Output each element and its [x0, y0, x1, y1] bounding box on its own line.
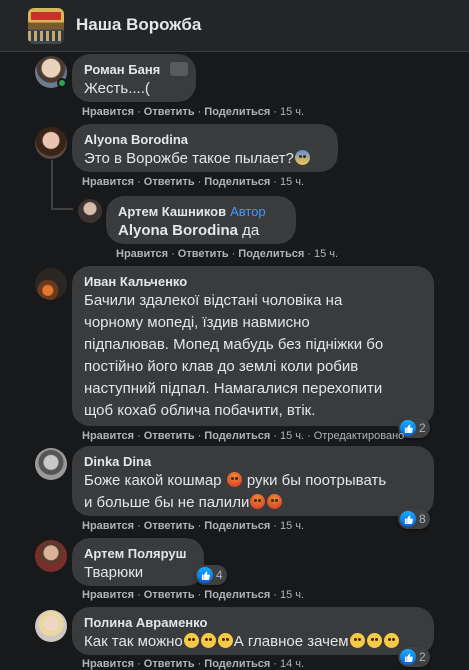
timestamp[interactable]: 15 ч.	[280, 589, 304, 601]
avatar[interactable]	[35, 610, 67, 642]
comment-actions: Нравится · Ответить · Поделиться · 15 ч.	[82, 176, 305, 188]
like-button[interactable]: Нравится	[82, 520, 134, 532]
share-button[interactable]: Поделиться	[204, 520, 270, 532]
reply-button[interactable]: Ответить	[144, 176, 195, 188]
comment-text: Как так можно А главное зачем	[84, 631, 422, 653]
comment-text: Alyona Borodina да	[118, 222, 260, 239]
reply-button[interactable]: Ответить	[144, 106, 195, 118]
comment-actions: Нравится · Ответить · Поделиться · 15 ч.	[116, 248, 339, 260]
like-icon	[197, 567, 213, 583]
angry-emoji	[267, 494, 283, 509]
comment-author[interactable]: Dinka Dina	[84, 453, 422, 470]
comment-bubble: Роман Баня Жесть....(	[72, 54, 196, 102]
mention-link[interactable]: Alyona Borodina	[118, 222, 238, 239]
comment-bubble: Alyona Borodina Это в Ворожбе такое пыла…	[72, 124, 338, 172]
sad-emoji	[200, 633, 216, 648]
share-button[interactable]: Поделиться	[238, 248, 304, 260]
reply-button[interactable]: Ответить	[144, 430, 195, 442]
edited-label[interactable]: Отредактировано	[314, 430, 405, 442]
sad-emoji	[349, 633, 365, 648]
like-button[interactable]: Нравится	[116, 248, 168, 260]
thread-connector	[51, 208, 73, 210]
share-button[interactable]: Поделиться	[204, 106, 270, 118]
group-thumbnail[interactable]	[28, 8, 64, 44]
comment-bubble: Полина Авраменко Как так можно А главное …	[72, 607, 434, 655]
author-badge: Автор	[230, 204, 266, 219]
like-button[interactable]: Нравится	[82, 176, 134, 188]
comment-author[interactable]: Полина Авраменко	[84, 614, 422, 631]
timestamp[interactable]: 15 ч.	[280, 520, 304, 532]
comment-author[interactable]: Иван Кальченко	[84, 273, 422, 290]
comment-bubble: Артем Поляруш Тварюки	[72, 538, 204, 586]
like-button[interactable]: Нравится	[82, 106, 134, 118]
timestamp[interactable]: 15 ч.	[280, 106, 304, 118]
reply-button[interactable]: Ответить	[178, 248, 229, 260]
comment-actions: Нравится · Ответить · Поделиться · 15 ч.	[82, 589, 305, 601]
group-header: Наша Ворожба	[0, 0, 469, 52]
avatar[interactable]	[35, 540, 67, 572]
avatar[interactable]	[78, 199, 102, 223]
comment-actions: Нравится · Ответить · Поделиться · 15 ч.	[82, 520, 305, 532]
avatar[interactable]	[35, 448, 67, 480]
online-indicator	[57, 78, 67, 88]
comment-text: Тварюки	[84, 564, 144, 581]
messenger-icon[interactable]	[170, 62, 189, 76]
reply-bubble: Артем Кашников Автор Alyona Borodina да	[106, 196, 296, 244]
reply-button[interactable]: Ответить	[144, 589, 195, 601]
reaction-count[interactable]: 8	[398, 509, 430, 529]
sad-emoji	[366, 633, 382, 648]
reaction-count[interactable]: 4	[195, 565, 227, 585]
comment-text: Жесть....(	[84, 80, 150, 97]
like-button[interactable]: Нравится	[82, 430, 134, 442]
share-button[interactable]: Поделиться	[204, 589, 270, 601]
like-icon	[400, 649, 416, 665]
like-button[interactable]: Нравится	[82, 589, 134, 601]
reaction-count[interactable]: 2	[398, 647, 430, 667]
reply-button[interactable]: Ответить	[144, 520, 195, 532]
like-icon	[400, 511, 416, 527]
avatar[interactable]	[35, 268, 67, 300]
timestamp[interactable]: 15 ч.	[280, 430, 304, 442]
reply-button[interactable]: Ответить	[144, 658, 195, 670]
comment-author[interactable]: Артем Поляруш	[84, 545, 192, 562]
share-button[interactable]: Поделиться	[204, 176, 270, 188]
comment-author[interactable]: Alyona Borodina	[84, 131, 326, 148]
comment-bubble: Dinka Dina Боже какой кошмар руки бы поо…	[72, 446, 434, 516]
comment-text: Боже какой кошмар руки бы поотрывать и б…	[84, 472, 387, 511]
avatar[interactable]	[35, 127, 67, 159]
group-title[interactable]: Наша Ворожба	[76, 15, 201, 35]
sad-emoji	[217, 633, 233, 648]
sad-emoji	[383, 633, 399, 648]
comment-author[interactable]: Роман Баня	[84, 61, 189, 78]
comment-text: Это в Ворожбе такое пылает?	[84, 148, 326, 170]
comment-text: Бачили здалекої відстані чоловіка на чор…	[84, 292, 384, 419]
timestamp[interactable]: 15 ч.	[280, 176, 304, 188]
thread-connector	[51, 160, 53, 210]
like-button[interactable]: Нравится	[82, 658, 134, 670]
sad-emoji	[183, 633, 199, 648]
comment-author[interactable]: Артем Кашников Автор	[118, 203, 284, 220]
comment-actions: Нравится · Ответить · Поделиться · 15 ч.	[82, 106, 305, 118]
scream-emoji	[294, 150, 310, 165]
angry-emoji	[226, 472, 242, 487]
timestamp[interactable]: 15 ч.	[314, 248, 338, 260]
share-button[interactable]: Поделиться	[204, 658, 270, 670]
share-button[interactable]: Поделиться	[204, 430, 270, 442]
comment-actions: Нравится · Ответить · Поделиться · 14 ч.	[82, 658, 305, 670]
angry-emoji	[250, 494, 266, 509]
timestamp[interactable]: 14 ч.	[280, 658, 304, 670]
comment-bubble: Иван Кальченко Бачили здалекої відстані …	[72, 266, 434, 426]
comment-actions: Нравится · Ответить · Поделиться · 15 ч. · Отред…	[82, 430, 405, 442]
